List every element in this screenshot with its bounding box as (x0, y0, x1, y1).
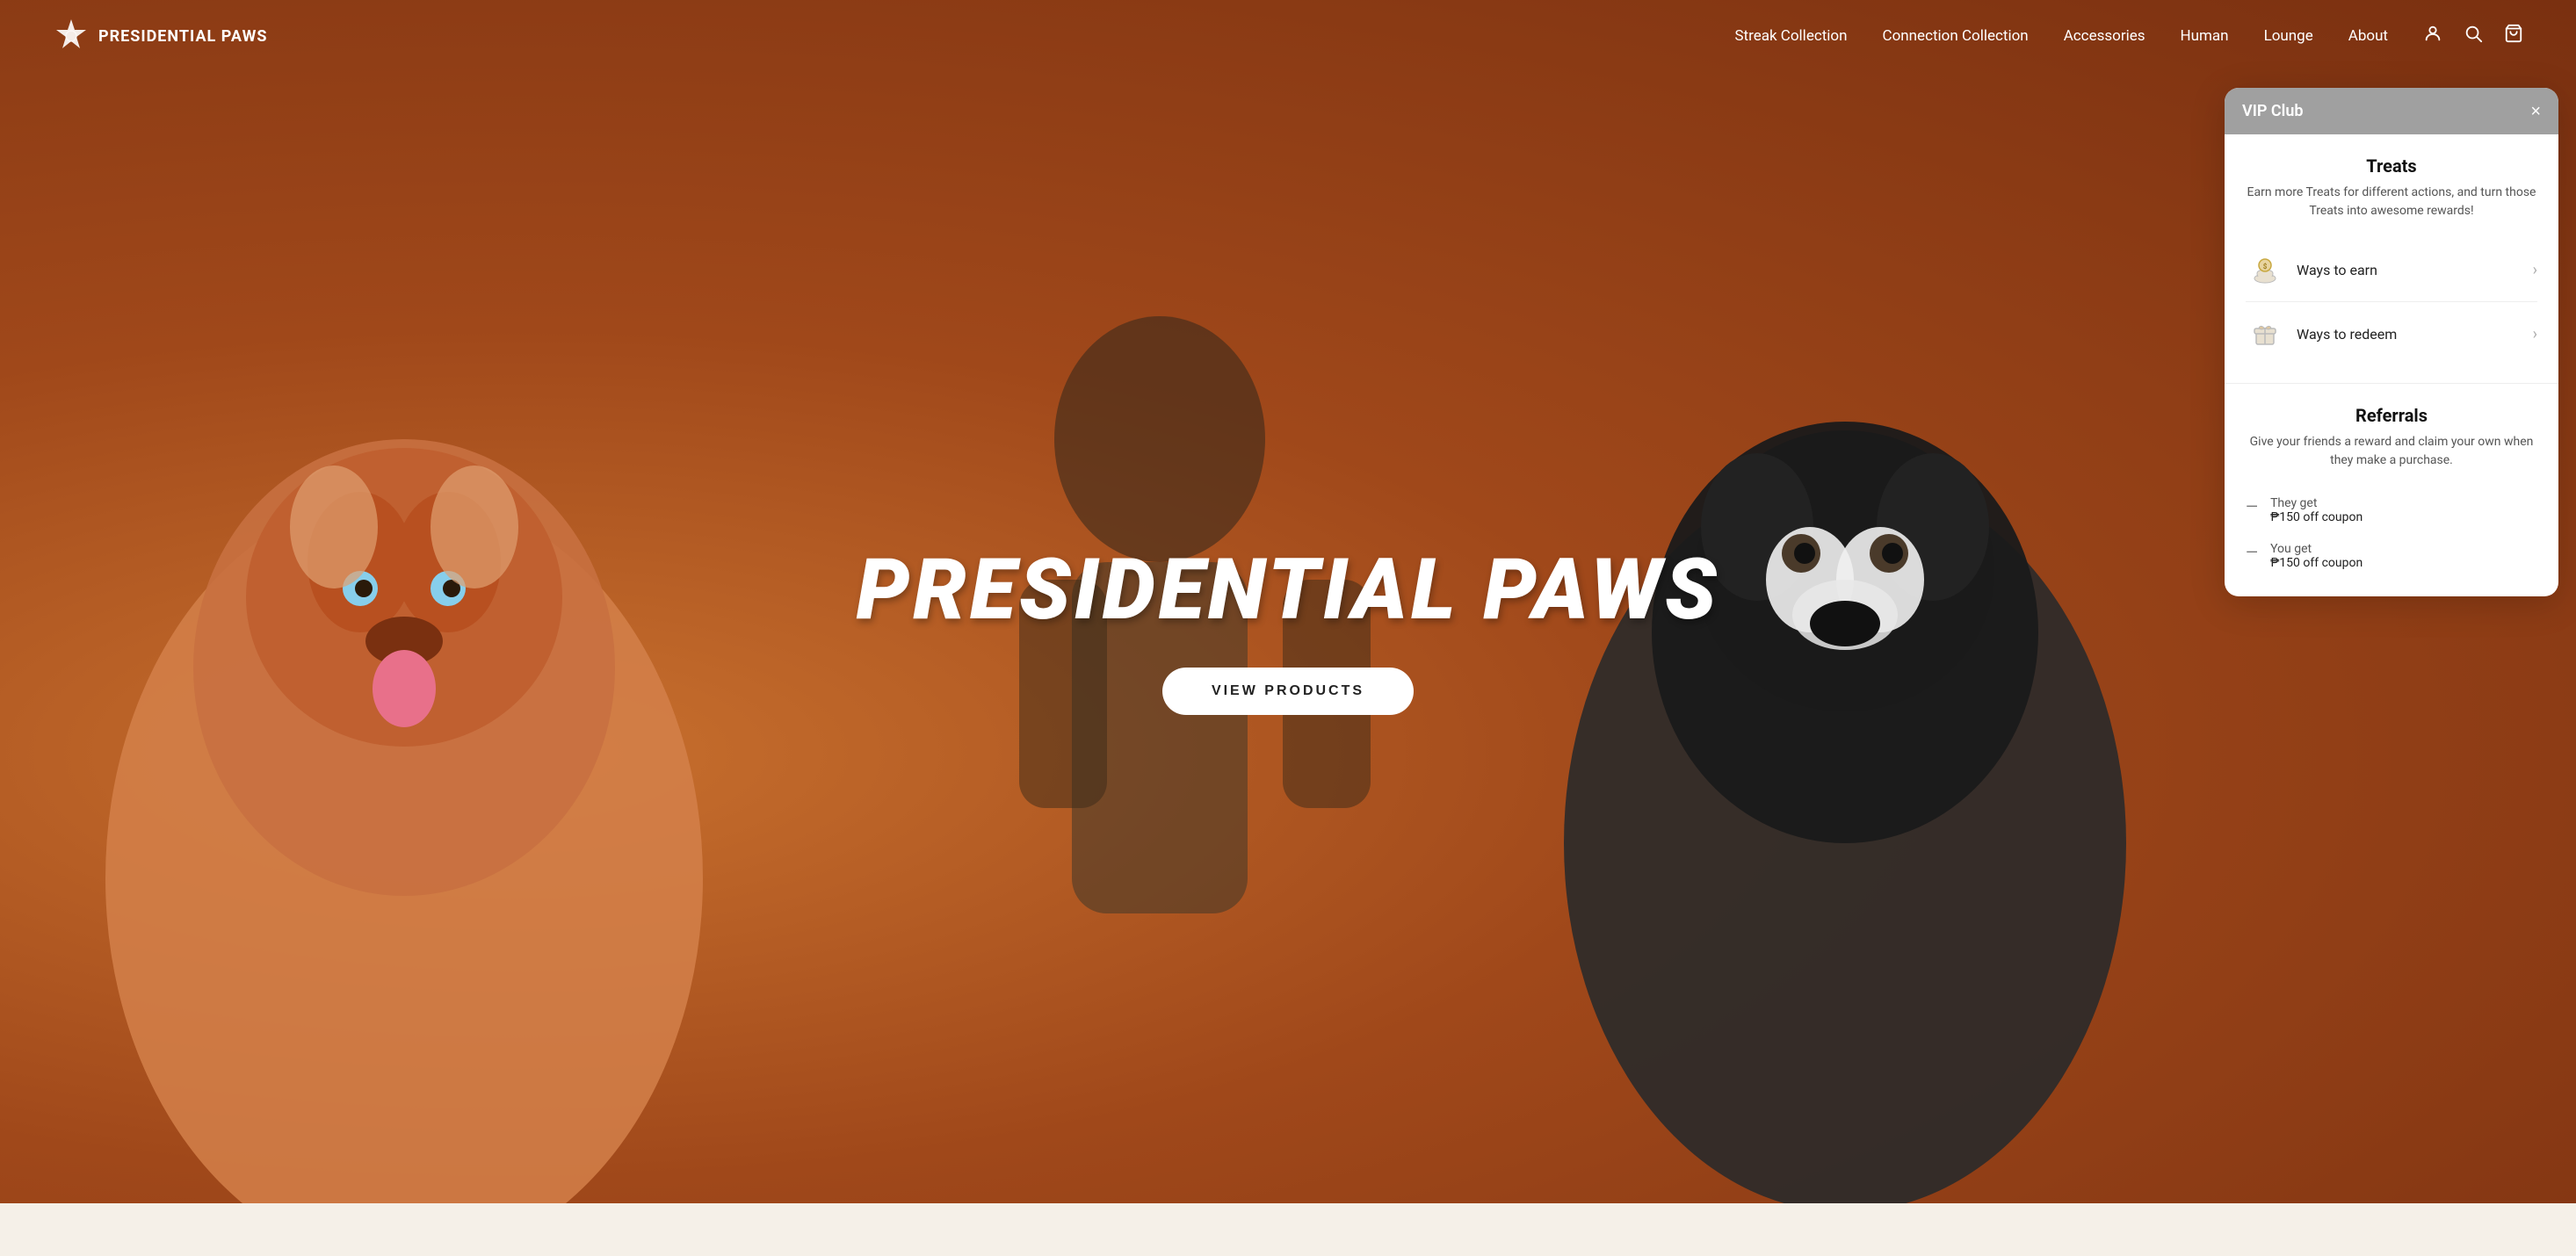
they-get-dash: — (2246, 498, 2258, 516)
you-get-info: You get ₱150 off coupon (2270, 542, 2363, 570)
ways-to-earn-label: Ways to earn (2297, 262, 2533, 278)
vip-panel-title: VIP Club (2242, 102, 2304, 120)
view-products-button[interactable]: VIEW PRODUCTS (1162, 668, 1414, 715)
search-icon[interactable] (2464, 24, 2483, 48)
navbar: PRESIDENTIAL PAWS Streak Collection Conn… (0, 0, 2576, 72)
referrals-title: Referrals (2246, 405, 2537, 426)
hero-title: PRESIDENTIAL PAWS (857, 541, 1720, 639)
they-get-label: They get (2270, 496, 2363, 510)
ways-to-redeem-label: Ways to redeem (2297, 326, 2533, 343)
vip-club-panel: VIP Club × Treats Earn more Treats for d… (2225, 88, 2558, 596)
account-icon[interactable] (2423, 24, 2442, 48)
brand-name: PRESIDENTIAL PAWS (98, 27, 267, 46)
footer-strip (0, 1203, 2576, 1256)
hero-content: PRESIDENTIAL PAWS VIEW PRODUCTS (857, 541, 1720, 715)
they-get-value: ₱150 off coupon (2270, 510, 2363, 524)
nav-connection-collection[interactable]: Connection Collection (1883, 27, 2029, 45)
cart-icon[interactable] (2504, 24, 2523, 48)
you-get-value: ₱150 off coupon (2270, 556, 2363, 570)
nav-icons (2423, 24, 2523, 48)
ways-to-earn-row[interactable]: $ Ways to earn › (2246, 238, 2537, 301)
referrals-description: Give your friends a reward and claim you… (2246, 433, 2537, 470)
you-get-dash: — (2246, 544, 2258, 562)
vip-header: VIP Club × (2225, 88, 2558, 134)
nav-lounge[interactable]: Lounge (2264, 27, 2313, 45)
they-get-row: — They get ₱150 off coupon (2246, 487, 2537, 533)
logo-icon (53, 18, 90, 54)
vip-close-button[interactable]: × (2530, 103, 2541, 120)
nav-accessories[interactable]: Accessories (2064, 27, 2145, 45)
ways-to-redeem-chevron: › (2533, 325, 2537, 343)
referrals-section: Referrals Give your friends a reward and… (2225, 384, 2558, 596)
hero-section: PRESIDENTIAL PAWS VIEW PRODUCTS (0, 0, 2576, 1256)
they-get-info: They get ₱150 off coupon (2270, 496, 2363, 524)
nav-streak-collection[interactable]: Streak Collection (1734, 27, 1847, 45)
ways-to-redeem-icon (2246, 314, 2284, 353)
svg-text:$: $ (2263, 263, 2268, 271)
ways-to-earn-icon: $ (2246, 250, 2284, 289)
vip-panel-body: Treats Earn more Treats for different ac… (2225, 134, 2558, 596)
treats-title: Treats (2246, 155, 2537, 177)
logo[interactable]: PRESIDENTIAL PAWS (53, 18, 267, 54)
treats-section: Treats Earn more Treats for different ac… (2225, 134, 2558, 384)
you-get-row: — You get ₱150 off coupon (2246, 533, 2537, 579)
ways-to-redeem-row[interactable]: Ways to redeem › (2246, 301, 2537, 365)
nav-links: Streak Collection Connection Collection … (1734, 27, 2388, 45)
nav-about[interactable]: About (2348, 27, 2388, 45)
ways-to-earn-chevron: › (2533, 261, 2537, 279)
you-get-label: You get (2270, 542, 2363, 556)
nav-human[interactable]: Human (2181, 27, 2229, 45)
treats-description: Earn more Treats for different actions, … (2246, 184, 2537, 220)
